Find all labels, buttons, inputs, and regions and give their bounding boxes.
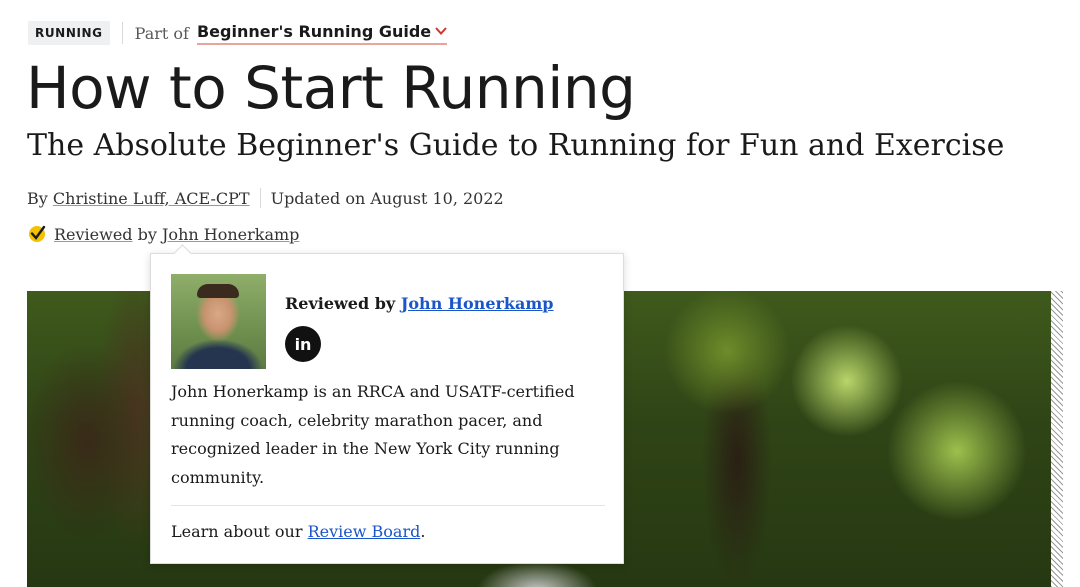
author-link[interactable]: Christine Luff, ACE-CPT — [53, 189, 250, 208]
popover-heading: Reviewed by John Honerkamp — [285, 294, 554, 313]
guide-link-label: Beginner's Running Guide — [196, 21, 432, 41]
reviewer-avatar — [171, 274, 266, 369]
category-tag[interactable]: RUNNING — [28, 21, 110, 45]
breadcrumb: RUNNING Part of Beginner's Running Guide — [28, 20, 448, 46]
part-of-label: Part of — [134, 23, 189, 43]
learn-prefix: Learn about our — [171, 522, 303, 541]
byline-divider — [259, 188, 261, 208]
reviewer-popover: Reviewed by John Honerkamp in John Honer… — [150, 244, 624, 564]
review-board-link[interactable]: Review Board — [308, 522, 421, 541]
chevron-down-icon — [435, 27, 447, 35]
linkedin-glyph: in — [294, 334, 312, 354]
byline: By Christine Luff, ACE-CPT Updated on Au… — [27, 186, 504, 210]
guide-dropdown[interactable]: Beginner's Running Guide — [196, 21, 448, 45]
reviewer-link[interactable]: John Honerkamp — [162, 225, 299, 244]
review-line: Reviewed by John Honerkamp — [27, 222, 299, 246]
popover-reviewer-link[interactable]: John Honerkamp — [401, 294, 554, 313]
reviewer-bio: John Honerkamp is an RRCA and USATF-cert… — [171, 382, 575, 487]
by-label: By — [27, 188, 48, 208]
reviewed-link[interactable]: Reviewed — [54, 225, 133, 244]
popover-divider — [171, 505, 605, 506]
review-board-line: Learn about our Review Board. — [171, 522, 425, 541]
popover-reviewed-by-label: Reviewed by — [285, 294, 396, 313]
avatar-hair — [197, 284, 239, 298]
page-title: How to Start Running — [26, 54, 636, 122]
breadcrumb-divider — [121, 22, 123, 44]
updated-date: Updated on August 10, 2022 — [270, 188, 504, 208]
scroll-edge-hatch — [1051, 291, 1063, 587]
learn-suffix: . — [420, 522, 426, 541]
linkedin-icon[interactable]: in — [285, 326, 321, 362]
verified-check-icon — [29, 225, 46, 242]
page-subtitle: The Absolute Beginner's Guide to Running… — [27, 128, 1005, 163]
reviewed-by-label: by — [137, 224, 157, 244]
popover-arrow — [173, 244, 192, 263]
